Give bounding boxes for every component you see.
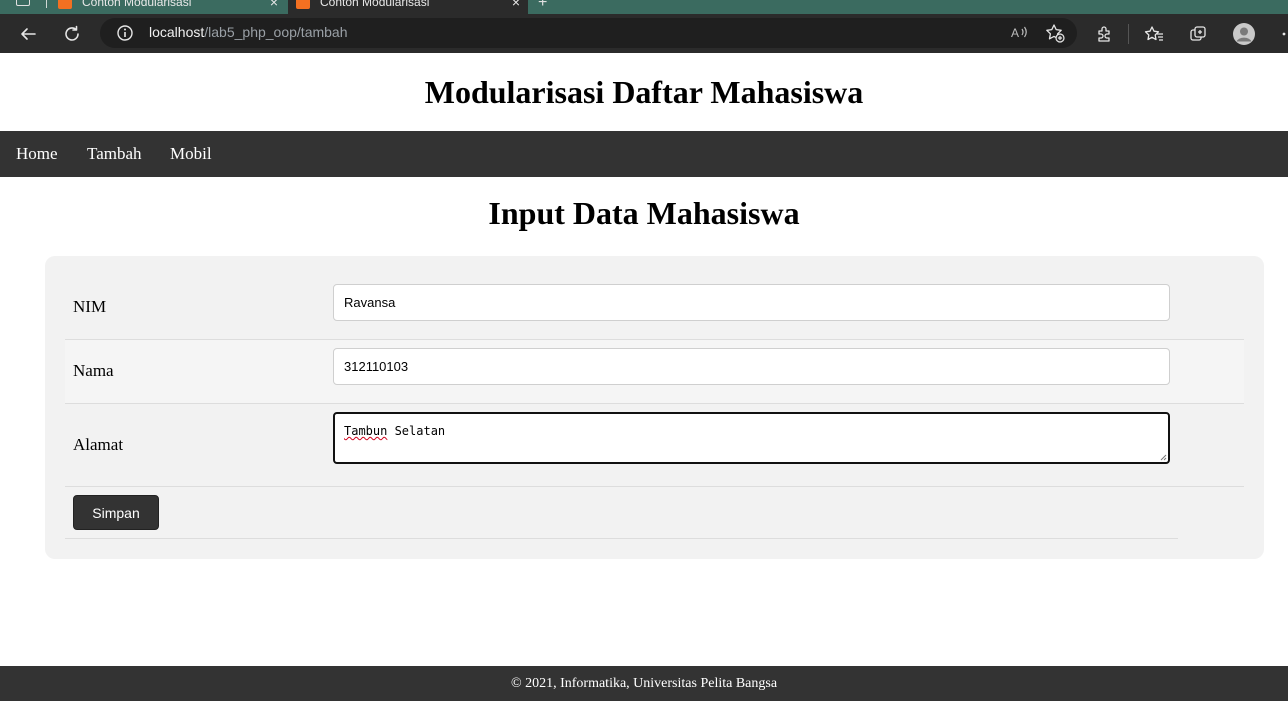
form-row-nim: NIM Ravansa: [65, 276, 1244, 340]
nama-input[interactable]: 312110103: [333, 348, 1170, 385]
info-icon[interactable]: [116, 24, 134, 42]
browser-tab-1[interactable]: Contoh Modularisasi ×: [50, 0, 286, 14]
extensions-icon[interactable]: [1093, 22, 1117, 46]
alamat-value-rest: Selatan: [387, 424, 446, 438]
alamat-textarea[interactable]: Tambun Selatan: [333, 412, 1170, 464]
form-row-submit: Simpan: [65, 487, 1178, 539]
site-favicon-icon: [296, 0, 310, 9]
browser-tab-strip: Contoh Modularisasi × Contoh Modularisas…: [0, 0, 1288, 14]
tab-title: Contoh Modularisasi: [320, 0, 430, 9]
page-title: Input Data Mahasiswa: [488, 195, 800, 231]
field-label: Nama: [73, 361, 114, 380]
simpan-button[interactable]: Simpan: [73, 495, 159, 530]
nav-item-mobil[interactable]: Mobil: [170, 131, 212, 177]
url-path: /lab5_php_oop/tambah: [204, 24, 348, 40]
form-row-alamat: Alamat Tambun Selatan: [65, 404, 1244, 487]
url-text[interactable]: localhost/lab5_php_oop/tambah: [149, 24, 348, 40]
nav-item-tambah[interactable]: Tambah: [87, 131, 142, 177]
more-icon[interactable]: [1274, 22, 1288, 46]
main-nav: Home Tambah Mobil: [0, 131, 1288, 177]
back-arrow-icon[interactable]: [16, 22, 40, 46]
alamat-value-misspelled: Tambun: [344, 424, 388, 438]
svg-text:A: A: [1011, 26, 1019, 40]
form-row-nama: Nama 312110103: [65, 340, 1244, 404]
site-footer: © 2021, Informatika, Universitas Pelita …: [0, 666, 1288, 701]
browser-tab-2-active[interactable]: Contoh Modularisasi ×: [288, 0, 528, 14]
nav-item-home[interactable]: Home: [16, 131, 58, 177]
close-tab-icon[interactable]: ×: [270, 0, 278, 10]
browser-toolbar: localhost/lab5_php_oop/tambah A: [0, 14, 1288, 53]
add-favorite-icon[interactable]: [1044, 22, 1066, 49]
nim-input[interactable]: Ravansa: [333, 284, 1170, 321]
new-tab-icon[interactable]: +: [538, 0, 547, 12]
reload-icon[interactable]: [60, 22, 84, 46]
url-host: localhost: [149, 24, 205, 40]
read-aloud-icon[interactable]: A: [1008, 22, 1030, 49]
toolbar-separator: [1128, 24, 1129, 44]
input-form: NIM Ravansa Nama 312110103 Alamat Tambun…: [45, 256, 1264, 559]
close-tab-icon[interactable]: ×: [512, 0, 520, 10]
site-favicon-icon: [58, 0, 72, 9]
address-bar[interactable]: localhost/lab5_php_oop/tambah A: [100, 18, 1077, 48]
field-label: Alamat: [73, 435, 124, 454]
profile-avatar-icon[interactable]: [1232, 22, 1256, 46]
tab-separator: [46, 0, 47, 8]
collections-icon[interactable]: [1186, 22, 1210, 46]
tab-actions-icon[interactable]: [16, 0, 30, 6]
favorites-icon[interactable]: [1142, 22, 1166, 46]
resize-grip-icon[interactable]: [1159, 453, 1167, 461]
site-title: Modularisasi Daftar Mahasiswa: [424, 74, 864, 110]
tab-title: Contoh Modularisasi: [82, 0, 192, 9]
site-header: Modularisasi Daftar Mahasiswa: [0, 53, 1288, 131]
field-label: NIM: [73, 297, 107, 316]
